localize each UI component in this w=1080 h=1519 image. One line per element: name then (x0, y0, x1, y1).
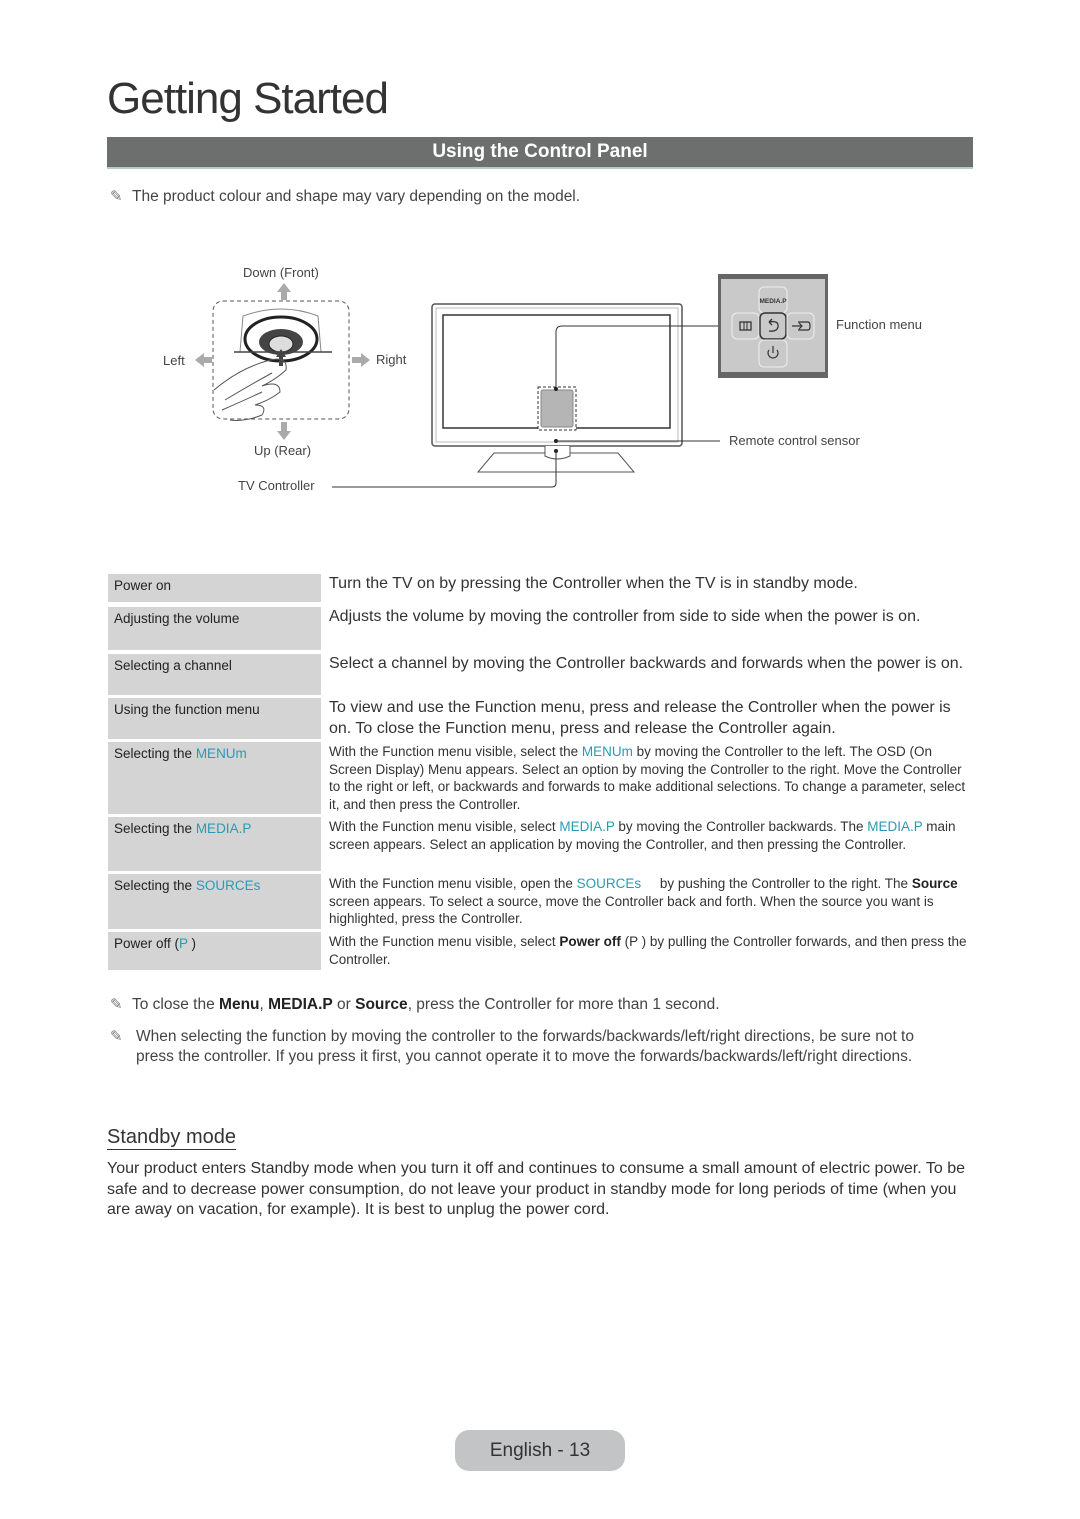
label-up-rear: Up (Rear) (254, 443, 312, 458)
row-label: Using the function menu (108, 696, 321, 739)
label-function-menu: Function menu (836, 317, 922, 332)
label-tv-controller: TV Controller (238, 478, 315, 493)
row-description: Select a channel by moving the Controlle… (329, 655, 964, 672)
return-button (759, 312, 787, 340)
chapter-title: Getting Started (107, 74, 389, 123)
power-button (758, 339, 788, 368)
sources-highlight: SOURCEs (195, 878, 261, 893)
row-description: With the Function menu visible, open the… (329, 876, 962, 926)
label-right: Right (376, 352, 407, 367)
label-remote-control-sensor: Remote control sensor (729, 433, 860, 448)
row-label: Selecting the SOURCEs (108, 872, 321, 929)
row-description: With the Function menu visible, select P… (329, 934, 967, 967)
pencil-note-icon: ✎ (110, 996, 123, 1013)
power-highlight: P (179, 936, 188, 951)
section-title: Using the Control Panel (107, 137, 973, 169)
menu-highlight: MENUm (195, 746, 247, 761)
close-note: ✎ To close the Menu, MEDIA.P or Source, p… (110, 996, 720, 1013)
intro-note: ✎ The product colour and shape may vary d… (110, 187, 970, 207)
row-description: Turn the TV on by pressing the Controlle… (329, 575, 858, 592)
row-label: Selecting the MENUm (108, 740, 321, 814)
media-p-highlight: MEDIA.P (195, 821, 252, 836)
label-down-front: Down (Front) (243, 265, 319, 280)
row-description: With the Function menu visible, select M… (329, 819, 956, 852)
pencil-note-icon: ✎ (110, 188, 123, 205)
direction-note-text: When selecting the function by moving th… (136, 1028, 914, 1065)
row-label: Power off (P ) (108, 930, 321, 970)
pencil-note-icon: ✎ (110, 1028, 123, 1045)
direction-note: ✎ When selecting the function by moving … (110, 1027, 950, 1089)
row-label: Adjusting the volume (108, 605, 321, 650)
control-panel-diagram: MEDIA.P (195, 274, 828, 488)
row-label: Selecting the MEDIA.P (108, 815, 321, 871)
label-left: Left (163, 353, 185, 368)
arrow-down-front-icon (277, 283, 291, 300)
intro-note-text: The product colour and shape may vary de… (132, 188, 581, 205)
row-description: To view and use the Function menu, press… (329, 699, 951, 737)
row-description: Adjusts the volume by moving the control… (329, 608, 921, 625)
row-label: Selecting a channel (108, 652, 321, 695)
hand-illustration (213, 358, 287, 421)
standby-mode-heading: Standby mode (107, 1126, 236, 1150)
row-description: With the Function menu visible, select t… (329, 744, 966, 812)
arrow-up-rear-icon (277, 422, 291, 440)
arrow-left-icon (195, 353, 212, 367)
standby-mode-body: Your product enters Standby mode when yo… (107, 1160, 965, 1218)
menu-button (731, 312, 760, 340)
page-number-badge: English - 13 (455, 1430, 625, 1471)
row-label: Power on (108, 572, 321, 602)
media-p-label: MEDIA.P (759, 298, 787, 305)
arrow-right-icon (352, 353, 370, 367)
